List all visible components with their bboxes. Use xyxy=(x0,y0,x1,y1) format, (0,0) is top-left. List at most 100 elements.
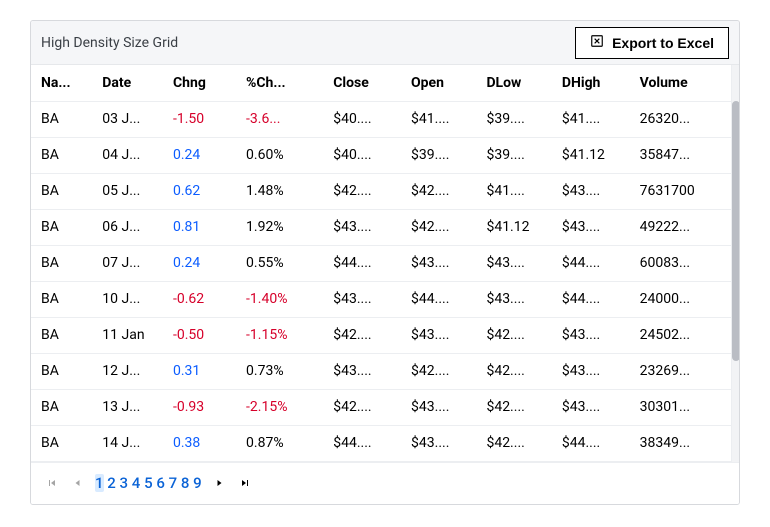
cell-open: $42.... xyxy=(401,353,476,389)
panel-title: High Density Size Grid xyxy=(41,35,178,51)
table-row[interactable]: BA03 J...-1.50-3.6...$40....$41....$39..… xyxy=(31,101,731,137)
grid-wrap: Na... Date Chng %Ch... Close Open DLow D… xyxy=(31,65,739,462)
cell-name: BA xyxy=(31,353,92,389)
cell-dlow: $39.... xyxy=(476,101,551,137)
col-header-close[interactable]: Close xyxy=(323,65,401,101)
cell-dlow: $42.... xyxy=(476,317,551,353)
cell-open: $42.... xyxy=(401,173,476,209)
pager-page-1[interactable]: 1 xyxy=(95,474,104,492)
cell-open: $44.... xyxy=(401,281,476,317)
data-grid: Na... Date Chng %Ch... Close Open DLow D… xyxy=(31,65,731,462)
vertical-scrollbar[interactable] xyxy=(731,65,739,462)
cell-dlow: $41.12 xyxy=(476,209,551,245)
cell-chng: 0.24 xyxy=(163,245,236,281)
cell-close: $40.... xyxy=(323,137,401,173)
cell-name: BA xyxy=(31,389,92,425)
table-row[interactable]: BA05 J...0.621.48%$42....$42....$41....$… xyxy=(31,173,731,209)
cell-date: 03 J... xyxy=(92,101,163,137)
pager-page-9[interactable]: 9 xyxy=(193,474,202,492)
cell-close: $43.... xyxy=(323,353,401,389)
cell-date: 05 J... xyxy=(92,173,163,209)
export-excel-label: Export to Excel xyxy=(612,35,714,51)
cell-date: 11 Jan xyxy=(92,317,163,353)
pager-page-6[interactable]: 6 xyxy=(156,474,165,492)
cell-name: BA xyxy=(31,425,92,461)
cell-dlow: $42.... xyxy=(476,389,551,425)
cell-chng: -0.50 xyxy=(163,317,236,353)
scrollbar-thumb[interactable] xyxy=(732,101,740,361)
cell-dlow: $43.... xyxy=(476,281,551,317)
cell-dhigh: $44.... xyxy=(552,281,630,317)
cell-date: 04 J... xyxy=(92,137,163,173)
panel-header: High Density Size Grid Export to Excel xyxy=(31,21,739,65)
col-header-dhigh[interactable]: DHigh xyxy=(552,65,630,101)
cell-open: $43.... xyxy=(401,245,476,281)
pager-prev-icon[interactable] xyxy=(69,474,87,492)
cell-dlow: $41.... xyxy=(476,173,551,209)
table-row[interactable]: BA04 J...0.240.60%$40....$39....$39....$… xyxy=(31,137,731,173)
pager: 1 2 3 4 5 6 7 8 9 xyxy=(31,462,739,504)
pager-first-icon[interactable] xyxy=(43,474,61,492)
cell-date: 06 J... xyxy=(92,209,163,245)
cell-pctchng: -3.6... xyxy=(236,101,323,137)
cell-volume: 38349... xyxy=(630,425,731,461)
cell-close: $42.... xyxy=(323,389,401,425)
table-row[interactable]: BA06 J...0.811.92%$43....$42....$41.12$4… xyxy=(31,209,731,245)
pager-page-3[interactable]: 3 xyxy=(120,474,129,492)
col-header-date[interactable]: Date xyxy=(92,65,163,101)
cell-chng: -1.50 xyxy=(163,101,236,137)
header-row: Na... Date Chng %Ch... Close Open DLow D… xyxy=(31,65,731,101)
col-header-chng[interactable]: Chng xyxy=(163,65,236,101)
cell-close: $43.... xyxy=(323,209,401,245)
cell-name: BA xyxy=(31,137,92,173)
cell-name: BA xyxy=(31,209,92,245)
excel-icon xyxy=(590,34,604,51)
export-excel-button[interactable]: Export to Excel xyxy=(575,27,729,59)
col-header-dlow[interactable]: DLow xyxy=(476,65,551,101)
cell-pctchng: 0.55% xyxy=(236,245,323,281)
cell-name: BA xyxy=(31,281,92,317)
table-row[interactable]: BA14 J...0.380.87%$44....$43....$42....$… xyxy=(31,425,731,461)
cell-volume: 30301... xyxy=(630,389,731,425)
cell-volume: 24000... xyxy=(630,281,731,317)
cell-name: BA xyxy=(31,173,92,209)
cell-dhigh: $43.... xyxy=(552,173,630,209)
cell-volume: 49222... xyxy=(630,209,731,245)
table-row[interactable]: BA12 J...0.310.73%$43....$42....$42....$… xyxy=(31,353,731,389)
table-row[interactable]: BA10 J...-0.62-1.40%$43....$44....$43...… xyxy=(31,281,731,317)
cell-chng: -0.62 xyxy=(163,281,236,317)
cell-chng: 0.24 xyxy=(163,137,236,173)
pager-next-icon[interactable] xyxy=(210,474,228,492)
cell-name: BA xyxy=(31,317,92,353)
col-header-name[interactable]: Na... xyxy=(31,65,92,101)
cell-close: $42.... xyxy=(323,173,401,209)
cell-pctchng: -2.15% xyxy=(236,389,323,425)
col-header-volume[interactable]: Volume xyxy=(630,65,731,101)
col-header-open[interactable]: Open xyxy=(401,65,476,101)
cell-chng: 0.62 xyxy=(163,173,236,209)
pager-page-5[interactable]: 5 xyxy=(144,474,153,492)
cell-close: $42.... xyxy=(323,317,401,353)
table-row[interactable]: BA13 J...-0.93-2.15%$42....$43....$42...… xyxy=(31,389,731,425)
cell-open: $43.... xyxy=(401,425,476,461)
cell-pctchng: 0.87% xyxy=(236,425,323,461)
cell-pctchng: 0.60% xyxy=(236,137,323,173)
table-row[interactable]: BA07 J...0.240.55%$44....$43....$43....$… xyxy=(31,245,731,281)
table-row[interactable]: BA11 Jan-0.50-1.15%$42....$43....$42....… xyxy=(31,317,731,353)
pager-page-2[interactable]: 2 xyxy=(107,474,116,492)
cell-pctchng: -1.40% xyxy=(236,281,323,317)
pager-page-7[interactable]: 7 xyxy=(169,474,178,492)
pager-page-8[interactable]: 8 xyxy=(181,474,190,492)
col-header-pctchng[interactable]: %Ch... xyxy=(236,65,323,101)
cell-pctchng: -1.15% xyxy=(236,317,323,353)
cell-volume: 35847... xyxy=(630,137,731,173)
grid-panel: High Density Size Grid Export to Excel N… xyxy=(30,20,740,505)
cell-open: $43.... xyxy=(401,317,476,353)
cell-volume: 24502... xyxy=(630,317,731,353)
cell-dlow: $39.... xyxy=(476,137,551,173)
pager-page-4[interactable]: 4 xyxy=(132,474,141,492)
cell-pctchng: 1.48% xyxy=(236,173,323,209)
cell-dlow: $42.... xyxy=(476,425,551,461)
cell-name: BA xyxy=(31,101,92,137)
pager-last-icon[interactable] xyxy=(236,474,254,492)
